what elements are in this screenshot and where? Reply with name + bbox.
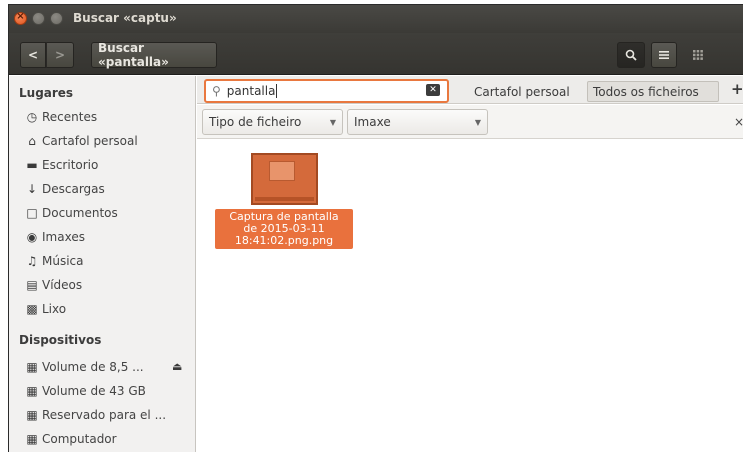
search-icon [625,49,637,61]
sidebar-item-volume-8-5[interactable]: ▦ Volume de 8,5 ... [25,357,144,377]
filter-type-label: Tipo de ficheiro [209,115,302,129]
sidebar: Lugares ◷ Recentes ⌂ Cartafol persoal ▬ Esc… [9,76,196,452]
desktop-folder-icon: ▬ [26,158,38,172]
sidebar-item-volume-43gb[interactable]: ▦ Volume de 43 GB [25,381,146,401]
text-caret [276,84,278,98]
sidebar-item-label: Descargas [42,182,105,196]
sidebar-item-label: Escritorio [42,158,99,172]
sidebar-item-label: Volume de 8,5 ... [42,360,144,374]
film-icon: ▤ [26,278,38,292]
sidebar-item-label: Cartafol persoal [42,134,138,148]
add-criteria-button[interactable]: + [731,80,743,98]
sidebar-section-devices: Dispositivos [19,333,102,347]
file-name-line: 18:41:02.png.png [234,234,334,247]
music-icon: ♫ [26,254,38,268]
forward-button[interactable]: > [46,42,74,68]
sidebar-item-descargas[interactable]: ↓ Descargas [25,179,105,199]
search-toggle-button[interactable] [617,42,645,68]
sidebar-section-places: Lugares [19,86,74,100]
menu-button[interactable] [651,42,677,68]
filter-value-label: Imaxe [354,115,391,129]
search-location-all[interactable]: Todos os ficheiros [587,81,719,102]
chevron-down-icon: ▼ [329,117,336,127]
file-manager-window: × Buscar «captu» < > Buscar «pantalla» L… [8,4,743,452]
image-thumbnail [250,153,318,205]
header-toolbar: < > Buscar «pantalla» [9,33,743,75]
filter-bar: Tipo de ficheiro ▼ Imaxe ▼ × [197,105,743,139]
sidebar-item-label: Vídeos [42,278,83,292]
home-icon: ⌂ [28,134,36,148]
drive-icon: ▦ [26,384,38,398]
sidebar-item-label: Imaxes [42,230,85,244]
drive-icon: ▦ [26,432,38,446]
sidebar-item-lixo[interactable]: ▩ Lixo [25,299,66,319]
file-view: Captura de pantalla de 2015-03-11 18:41:… [197,140,743,452]
hamburger-icon [659,51,669,59]
drive-icon: ▦ [26,408,38,422]
window-title: Buscar «captu» [73,11,177,25]
title-bar: × Buscar «captu» [9,5,743,33]
trash-icon: ▩ [26,302,38,316]
search-icon: ⚲ [212,84,221,98]
search-bar: ⚲ pantalla ✕ Cartafol persoal Todos os f… [197,76,743,104]
document-icon: □ [26,206,38,220]
path-bar-button[interactable]: Buscar «pantalla» [91,41,217,69]
remove-filter-button[interactable]: × [734,115,743,129]
filter-type-dropdown[interactable]: Tipo de ficheiro ▼ [202,109,343,135]
search-input[interactable]: ⚲ pantalla ✕ [204,79,449,103]
download-icon: ↓ [26,182,38,196]
camera-icon: ◉ [26,230,38,244]
thumbnail-content [268,161,295,181]
eject-icon[interactable]: ⏏ [172,360,182,373]
grid-icon [693,50,703,60]
minimize-window-button[interactable] [32,12,45,25]
sidebar-item-label: Reservado para el ... [42,408,167,422]
chevron-down-icon: ▼ [474,117,481,127]
sidebar-item-label: Computador [42,432,117,446]
sidebar-item-label: Volume de 43 GB [42,384,146,398]
thumbnail-bar [254,197,314,201]
file-item[interactable]: Captura de pantalla de 2015-03-11 18:41:… [215,153,353,249]
sidebar-item-label: Lixo [42,302,67,316]
sidebar-item-computador[interactable]: ▦ Computador [25,429,117,449]
sidebar-item-label: Música [42,254,84,268]
sidebar-item-reservado[interactable]: ▦ Reservado para el ... [25,405,166,425]
search-input-value: pantalla [226,84,276,98]
clear-search-icon[interactable]: ✕ [426,84,440,96]
sidebar-item-musica[interactable]: ♫ Música [25,251,84,271]
sidebar-item-recentes[interactable]: ◷ Recentes [25,107,97,127]
back-button[interactable]: < [20,42,46,68]
file-name-label: Captura de pantalla de 2015-03-11 18:41:… [215,209,353,249]
sidebar-item-cartafol-persoal[interactable]: ⌂ Cartafol persoal [25,131,138,151]
sidebar-item-label: Documentos [42,206,118,220]
sidebar-item-documentos[interactable]: □ Documentos [25,203,118,223]
chevron-left-icon: < [27,48,39,62]
sidebar-item-escritorio[interactable]: ▬ Escritorio [25,155,98,175]
search-location-home[interactable]: Cartafol persoal [469,81,575,102]
sidebar-item-imaxes[interactable]: ◉ Imaxes [25,227,85,247]
close-icon: × [16,11,25,22]
sidebar-item-label: Recentes [42,110,98,124]
clock-icon: ◷ [26,110,38,124]
maximize-window-button[interactable] [50,12,63,25]
drive-icon: ▦ [26,360,38,374]
filter-value-dropdown[interactable]: Imaxe ▼ [347,109,488,135]
close-window-button[interactable]: × [14,11,27,25]
sidebar-item-videos[interactable]: ▤ Vídeos [25,275,82,295]
chevron-right-icon: > [54,48,66,62]
view-toggle-button[interactable] [685,42,711,68]
